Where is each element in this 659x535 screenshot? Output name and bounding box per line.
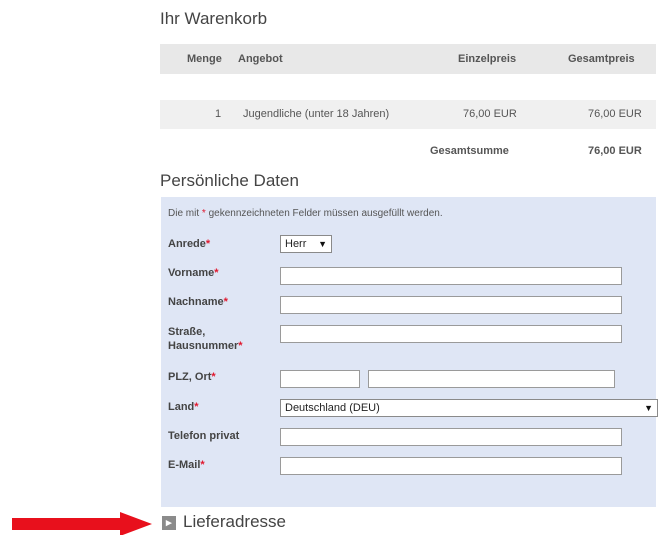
phone-input[interactable] xyxy=(280,428,622,446)
column-header-qty: Menge xyxy=(187,53,222,65)
delivery-address-toggle[interactable]: Lieferadresse xyxy=(183,512,286,532)
phone-label: Telefon privat xyxy=(168,430,240,442)
street-input[interactable] xyxy=(280,325,622,343)
row-total-price: 76,00 EUR xyxy=(588,108,642,120)
salutation-label: Anrede* xyxy=(168,238,211,250)
city-input[interactable] xyxy=(368,370,615,388)
cart-table-header: Menge Angebot Einzelpreis Gesamtpreis xyxy=(160,44,656,74)
red-arrow-icon xyxy=(12,512,152,535)
chevron-down-icon: ▼ xyxy=(318,239,327,249)
cart-total-value: 76,00 EUR xyxy=(588,145,642,157)
column-header-unit-price: Einzelpreis xyxy=(458,53,517,65)
country-select[interactable]: Deutschland (DEU) ▼ xyxy=(280,399,658,417)
column-header-offer: Angebot xyxy=(238,53,283,65)
row-qty: 1 xyxy=(215,108,222,120)
expand-arrow-icon[interactable]: ▸ xyxy=(162,516,176,530)
required-fields-note: Die mit * gekennzeichneten Felder müssen… xyxy=(168,208,443,219)
lastname-input[interactable] xyxy=(280,296,622,314)
chevron-down-icon: ▼ xyxy=(644,403,653,413)
salutation-select[interactable]: Herr ▼ xyxy=(280,235,332,253)
lastname-label: Nachname* xyxy=(168,296,228,308)
country-label: Land* xyxy=(168,401,199,413)
firstname-label: Vorname* xyxy=(168,267,219,279)
street-label: Straße, Hausnummer* xyxy=(168,326,243,352)
email-label: E-Mail* xyxy=(168,459,205,471)
cart-title: Ihr Warenkorb xyxy=(160,9,268,28)
table-row: 1 Jugendliche (unter 18 Jahren) 76,00 EU… xyxy=(160,100,656,129)
column-header-total-price: Gesamtpreis xyxy=(568,53,635,65)
personal-data-title: Persönliche Daten xyxy=(160,171,299,190)
row-offer: Jugendliche (unter 18 Jahren) xyxy=(243,108,390,120)
row-unit-price: 76,00 EUR xyxy=(463,108,517,120)
cart-total-label: Gesamtsumme xyxy=(430,145,509,157)
email-input[interactable] xyxy=(280,457,622,475)
zip-city-label: PLZ, Ort* xyxy=(168,371,216,383)
firstname-input[interactable] xyxy=(280,267,622,285)
zip-input[interactable] xyxy=(280,370,360,388)
